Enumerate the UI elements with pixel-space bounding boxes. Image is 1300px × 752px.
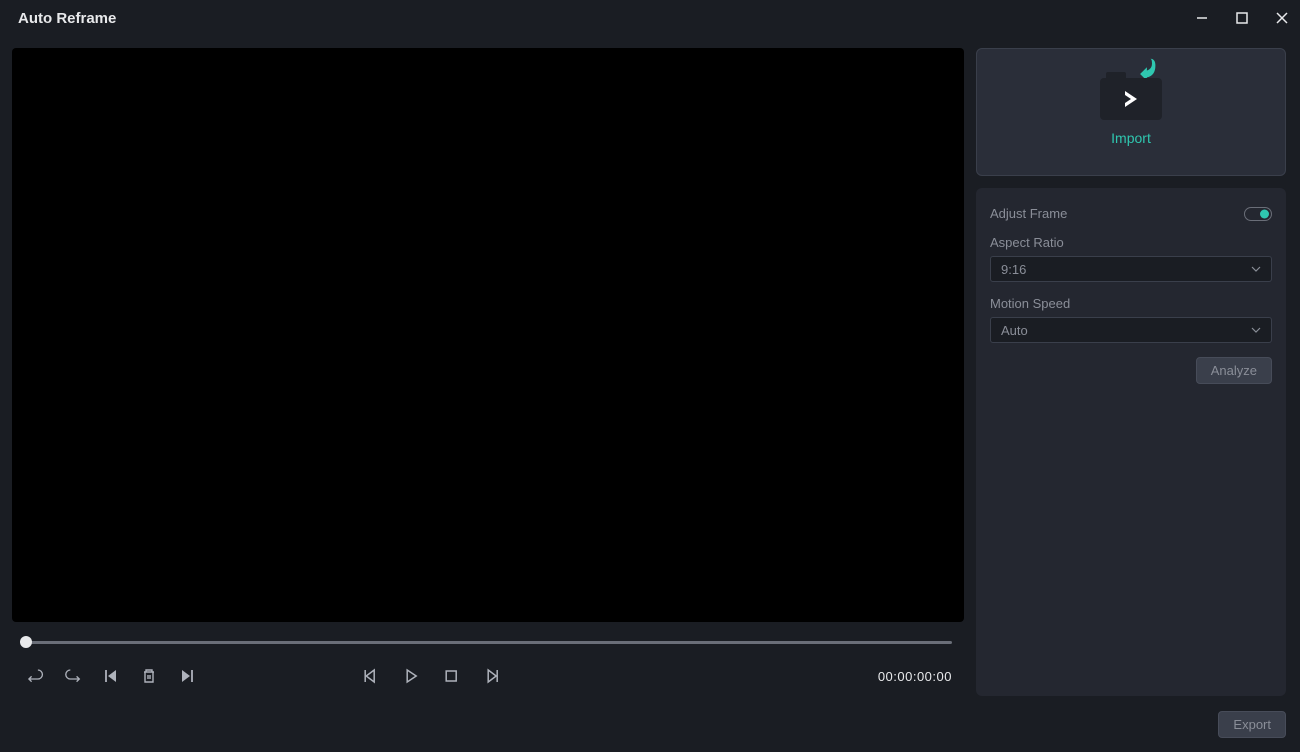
folder-icon	[1100, 78, 1162, 120]
player-controls: 00:00:00:00	[12, 656, 964, 696]
motion-speed-value: Auto	[1001, 323, 1028, 338]
play-button[interactable]	[400, 665, 422, 687]
adjust-frame-label: Adjust Frame	[990, 206, 1067, 221]
motion-speed-select[interactable]: Auto	[990, 317, 1272, 343]
timecode: 00:00:00:00	[878, 669, 952, 684]
undo-icon	[26, 667, 44, 685]
step-forward-icon	[483, 668, 499, 684]
stop-button[interactable]	[440, 665, 462, 687]
next-frame-button[interactable]	[176, 665, 198, 687]
delete-button[interactable]	[138, 665, 160, 687]
video-preview[interactable]	[12, 48, 964, 622]
timeline-handle[interactable]	[20, 636, 32, 648]
window-controls	[1192, 8, 1292, 28]
aspect-ratio-value: 9:16	[1001, 262, 1026, 277]
redo-icon	[64, 667, 82, 685]
playback-controls	[360, 665, 502, 687]
trash-icon	[141, 668, 157, 684]
skip-forward-icon	[179, 668, 195, 684]
maximize-button[interactable]	[1232, 8, 1252, 28]
motion-speed-block: Motion Speed Auto	[990, 296, 1272, 343]
preview-panel: 00:00:00:00	[12, 48, 964, 696]
timeline[interactable]	[12, 628, 964, 656]
maximize-icon	[1235, 11, 1249, 25]
export-button[interactable]: Export	[1218, 711, 1286, 738]
undo-button[interactable]	[24, 665, 46, 687]
filmora-logo-icon	[1121, 89, 1141, 109]
adjust-frame-row: Adjust Frame	[990, 206, 1272, 221]
main-area: 00:00:00:00 Import Adjust Frame	[0, 36, 1300, 708]
minimize-button[interactable]	[1192, 8, 1212, 28]
import-card[interactable]: Import	[976, 48, 1286, 176]
bottom-bar: Export	[0, 708, 1300, 740]
chevron-down-icon	[1251, 266, 1261, 272]
timeline-track[interactable]	[24, 641, 952, 644]
prev-frame-button[interactable]	[100, 665, 122, 687]
window-title: Auto Reframe	[18, 10, 116, 27]
minimize-icon	[1195, 11, 1209, 25]
settings-panel: Adjust Frame Aspect Ratio 9:16 Motion Sp…	[976, 188, 1286, 696]
play-icon	[403, 668, 419, 684]
redo-button[interactable]	[62, 665, 84, 687]
step-back-icon	[363, 668, 379, 684]
step-back-button[interactable]	[360, 665, 382, 687]
edit-controls	[24, 665, 198, 687]
motion-speed-label: Motion Speed	[990, 296, 1272, 311]
adjust-frame-toggle[interactable]	[1244, 207, 1272, 221]
titlebar: Auto Reframe	[0, 0, 1300, 36]
close-icon	[1275, 11, 1289, 25]
import-label: Import	[1111, 130, 1151, 146]
step-forward-button[interactable]	[480, 665, 502, 687]
chevron-down-icon	[1251, 327, 1261, 333]
analyze-button[interactable]: Analyze	[1196, 357, 1272, 384]
toggle-knob	[1260, 209, 1269, 218]
stop-icon	[443, 668, 459, 684]
skip-back-icon	[103, 668, 119, 684]
aspect-ratio-select[interactable]: 9:16	[990, 256, 1272, 282]
aspect-ratio-label: Aspect Ratio	[990, 235, 1272, 250]
close-button[interactable]	[1272, 8, 1292, 28]
right-panel: Import Adjust Frame Aspect Ratio 9:16 Mo…	[976, 48, 1286, 696]
aspect-ratio-block: Aspect Ratio 9:16	[990, 235, 1272, 282]
analyze-row: Analyze	[990, 357, 1272, 384]
